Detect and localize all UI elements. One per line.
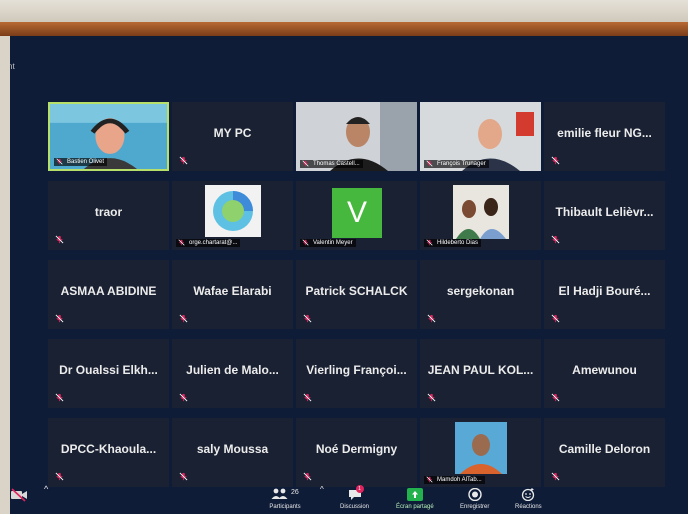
muted-mic-icon xyxy=(56,158,63,165)
participant-name: saly Moussa xyxy=(196,442,269,456)
share-screen-label: Écran partagé xyxy=(396,504,434,510)
chevron-up-icon: ^ xyxy=(320,485,324,494)
participant-tile[interactable]: Thomas Castell... xyxy=(296,102,417,171)
record-label: Enregistrer xyxy=(460,504,490,510)
record-button[interactable]: Enregistrer xyxy=(460,488,489,510)
participant-name-label: François Trunager xyxy=(424,160,489,168)
muted-mic-icon xyxy=(551,314,560,323)
participant-tile[interactable]: ASMAA ABIDINE xyxy=(48,260,169,329)
participant-name-label: orge.chartarat@... xyxy=(176,239,241,247)
video-options-caret[interactable]: ^ xyxy=(44,484,48,494)
muted-mic-icon xyxy=(551,393,560,402)
participant-name: Julien de Malo... xyxy=(186,363,279,377)
muted-mic-icon xyxy=(551,235,560,244)
participant-name: Noé Dermigny xyxy=(315,442,398,456)
reactions-button[interactable]: Réactions xyxy=(515,488,542,510)
reactions-label: Réactions xyxy=(515,504,542,510)
chat-badge: 1 xyxy=(355,485,364,493)
share-screen-button[interactable]: Écran partagé xyxy=(396,488,434,510)
meeting-toolbar: ^ 26 Participants ^ 1 Discussion Écran p… xyxy=(10,472,688,514)
participant-tile[interactable]: Julien de Malo... xyxy=(172,339,293,408)
participant-tile[interactable]: Thibault Lelièvr... xyxy=(544,181,665,250)
participant-name: Wafae Elarabi xyxy=(193,284,272,298)
muted-mic-icon xyxy=(426,239,433,246)
muted-mic-icon xyxy=(55,314,64,323)
muted-mic-icon xyxy=(302,239,309,246)
record-icon xyxy=(467,488,482,501)
camera-off-icon xyxy=(11,488,27,502)
participant-name-label: Valentin Meyer xyxy=(300,239,356,247)
muted-mic-icon xyxy=(302,160,309,167)
participant-tile[interactable]: traor xyxy=(48,181,169,250)
participant-name: El Hadji Bouré... xyxy=(558,284,651,298)
participant-tile[interactable]: Hildeberto Dias xyxy=(420,181,541,250)
participants-label: Participants xyxy=(269,504,301,510)
muted-mic-icon xyxy=(179,314,188,323)
muted-mic-icon xyxy=(178,239,185,246)
avatar: V xyxy=(332,188,382,238)
muted-mic-icon xyxy=(303,393,312,402)
participant-grid: Bastien Olivet MY PC Thomas Castell... Fran… xyxy=(48,102,686,498)
participant-name-label: Hildeberto Dias xyxy=(424,239,482,247)
participants-icon xyxy=(271,488,288,499)
participant-name: JEAN PAUL KOL... xyxy=(427,363,534,377)
participant-tile[interactable]: El Hadji Bouré... xyxy=(544,260,665,329)
participant-name: traor xyxy=(94,205,123,219)
muted-mic-icon xyxy=(427,393,436,402)
participant-name: DPCC-Khaoula... xyxy=(60,442,157,456)
window-edge-label: nt xyxy=(10,62,15,71)
muted-mic-icon xyxy=(426,160,433,167)
muted-mic-icon xyxy=(303,314,312,323)
participant-tile[interactable]: Dr Oualssi Elkh... xyxy=(48,339,169,408)
participant-tile[interactable]: Bastien Olivet xyxy=(48,102,169,171)
participant-name: Vierling Françoi... xyxy=(306,363,407,377)
participant-name: sergekonan xyxy=(446,284,515,298)
muted-mic-icon xyxy=(179,393,188,402)
participant-name: Camille Deloron xyxy=(558,442,651,456)
participant-tile[interactable]: sergekonan xyxy=(420,260,541,329)
video-toggle-button[interactable] xyxy=(10,488,28,504)
participant-tile[interactable]: Wafae Elarabi xyxy=(172,260,293,329)
participant-name: MY PC xyxy=(213,126,252,140)
muted-mic-icon xyxy=(179,156,188,165)
participant-tile[interactable]: Patrick SCHALCK xyxy=(296,260,417,329)
participant-name: emilie fleur NG... xyxy=(557,126,652,140)
participants-button[interactable]: 26 Participants xyxy=(265,487,305,510)
participant-name: Thibault Lelièvr... xyxy=(555,205,654,219)
participants-count: 26 xyxy=(291,489,299,496)
share-screen-icon xyxy=(406,488,423,501)
participant-name: ASMAA ABIDINE xyxy=(60,284,157,298)
participant-tile[interactable]: François Trunager xyxy=(420,102,541,171)
background-wall xyxy=(0,0,688,22)
muted-mic-icon xyxy=(551,156,560,165)
participant-name: Patrick SCHALCK xyxy=(305,284,408,298)
participant-tile[interactable]: orge.chartarat@... xyxy=(172,181,293,250)
participant-tile[interactable]: Amewunou xyxy=(544,339,665,408)
muted-mic-icon xyxy=(55,393,64,402)
monitor-bezel xyxy=(0,22,688,36)
participant-name-label: Thomas Castell... xyxy=(300,160,363,168)
participant-name-label: Bastien Olivet xyxy=(54,158,108,166)
muted-mic-icon xyxy=(427,314,436,323)
participant-tile[interactable]: V Valentin Meyer xyxy=(296,181,417,250)
muted-mic-icon xyxy=(55,235,64,244)
participant-tile[interactable]: Vierling Françoi... xyxy=(296,339,417,408)
participant-name: Amewunou xyxy=(572,363,637,377)
chevron-up-icon: ^ xyxy=(44,484,49,494)
participant-tile[interactable]: JEAN PAUL KOL... xyxy=(420,339,541,408)
participant-tile[interactable]: emilie fleur NG... xyxy=(544,102,665,171)
participant-name: Dr Oualssi Elkh... xyxy=(59,363,158,377)
smiley-icon xyxy=(522,488,535,501)
chat-button[interactable]: 1 Discussion xyxy=(340,485,370,510)
chat-label: Discussion xyxy=(340,504,370,510)
participants-options-caret[interactable]: ^ xyxy=(320,485,324,494)
participant-tile[interactable]: MY PC xyxy=(172,102,293,171)
zoom-meeting-screen: nt Bastien Olivet MY PC Thomas Castell... F… xyxy=(10,36,688,514)
